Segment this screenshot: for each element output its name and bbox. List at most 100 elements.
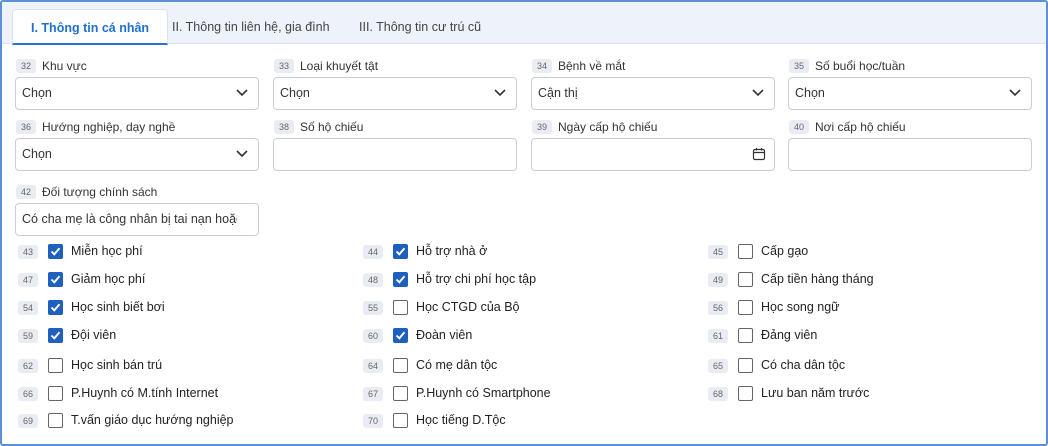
so-buoi-hoc-select[interactable]: Chọn (788, 77, 1032, 110)
field-number: 56 (708, 301, 728, 315)
field-number: 64 (363, 359, 383, 373)
tab-old-residence[interactable]: III. Thông tin cư trú cũ (359, 9, 481, 45)
field-number: 35 (789, 58, 809, 73)
field-label-khu-vuc: 32 Khu vực (16, 58, 87, 73)
checkbox[interactable] (738, 386, 753, 401)
field-number: 62 (18, 359, 38, 373)
checkbox-label: Học sinh biết bơi (71, 300, 165, 314)
field-label-ngay-cap-ho-chieu: 39 Ngày cấp hộ chiếu (532, 119, 657, 134)
field-number: 47 (18, 273, 38, 287)
field-number: 36 (16, 119, 36, 134)
khu-vuc-select[interactable]: Chọn (15, 77, 259, 110)
checkbox-label: Hỗ trợ chi phí học tập (416, 272, 537, 286)
checkbox-label: Cấp tiền hàng tháng (761, 272, 874, 286)
tab-contact-family[interactable]: II. Thông tin liên hệ, gia đình (172, 9, 330, 45)
field-number: 67 (363, 387, 383, 401)
field-label-so-ho-chieu: 38 Số hộ chiếu (274, 119, 363, 134)
field-number: 59 (18, 329, 38, 343)
checkbox[interactable] (393, 244, 408, 259)
field-label-doi-tuong-chinh-sach: 42 Đối tượng chính sách (16, 184, 157, 199)
field-number: 38 (274, 119, 294, 134)
checkbox-label: Đội viên (71, 328, 117, 342)
field-number: 48 (363, 273, 383, 287)
checkbox[interactable] (393, 386, 408, 401)
field-number: 54 (18, 301, 38, 315)
tab-personal-info[interactable]: I. Thông tin cá nhân (12, 9, 169, 45)
checkbox[interactable] (738, 300, 753, 315)
checkmark-icon (395, 331, 406, 340)
checkbox[interactable] (393, 358, 408, 373)
checkbox[interactable] (48, 413, 63, 428)
checkbox[interactable] (738, 328, 753, 343)
field-number: 66 (18, 387, 38, 401)
field-number: 44 (363, 245, 383, 259)
field-number: 68 (708, 387, 728, 401)
checkbox-label: Học tiếng D.Tộc (416, 413, 506, 427)
checkbox[interactable] (738, 358, 753, 373)
field-number: 49 (708, 273, 728, 287)
field-number: 40 (789, 119, 809, 134)
field-label-so-buoi-hoc: 35 Số buổi học/tuần (789, 58, 905, 73)
checkbox-label: Đảng viên (761, 328, 818, 342)
huong-nghiep-select[interactable]: Chọn (15, 138, 259, 171)
field-number: 43 (18, 245, 38, 259)
checkbox[interactable] (48, 300, 63, 315)
chevron-down-icon (236, 150, 248, 158)
checkbox[interactable] (738, 272, 753, 287)
doi-tuong-chinh-sach-select[interactable]: Có cha mẹ là công nhân bị tai nạn hoặc (15, 203, 259, 236)
noi-cap-ho-chieu-input[interactable] (788, 138, 1032, 171)
calendar-icon[interactable] (752, 147, 766, 161)
checkbox-label: P.Huynh có M.tính Internet (71, 386, 219, 400)
chevron-down-icon (1009, 89, 1021, 97)
tab-bar: I. Thông tin cá nhân II. Thông tin liên … (2, 2, 1046, 45)
checkbox-label: Học song ngữ (761, 300, 840, 314)
field-label-loai-khuyet-tat: 33 Loại khuyết tật (274, 58, 378, 73)
checkbox[interactable] (48, 358, 63, 373)
so-ho-chieu-input[interactable] (273, 138, 517, 171)
chevron-down-icon (752, 89, 764, 97)
chevron-down-icon (236, 89, 248, 97)
field-number: 42 (16, 184, 36, 199)
field-number: 34 (532, 58, 552, 73)
field-number: 70 (363, 414, 383, 428)
field-number: 32 (16, 58, 36, 73)
checkmark-icon (50, 303, 61, 312)
chevron-down-icon (494, 89, 506, 97)
checkbox[interactable] (48, 272, 63, 287)
checkbox-label: Có mẹ dân tộc (416, 358, 498, 372)
checkbox-label: T.vấn giáo dục hướng nghiệp (71, 413, 234, 427)
checkmark-icon (50, 247, 61, 256)
field-label-noi-cap-ho-chieu: 40 Nơi cấp hộ chiếu (789, 119, 906, 134)
checkbox-label: P.Huynh có Smartphone (416, 386, 551, 400)
checkbox-label: Miễn học phí (71, 244, 143, 258)
checkbox-label: Giảm học phí (71, 272, 146, 286)
checkbox[interactable] (738, 244, 753, 259)
checkbox[interactable] (48, 244, 63, 259)
field-number: 61 (708, 329, 728, 343)
field-label-benh-ve-mat: 34 Bệnh về mắt (532, 58, 625, 73)
checkbox[interactable] (393, 272, 408, 287)
checkbox-label: Cấp gạo (761, 244, 809, 258)
field-label-huong-nghiep: 36 Hướng nghiệp, dạy nghề (16, 119, 175, 134)
field-number: 55 (363, 301, 383, 315)
checkbox[interactable] (393, 413, 408, 428)
checkbox-label: Học sinh bán trú (71, 358, 163, 372)
field-number: 69 (18, 414, 38, 428)
checkmark-icon (395, 247, 406, 256)
checkbox[interactable] (393, 328, 408, 343)
ngay-cap-ho-chieu-input[interactable] (531, 138, 775, 171)
checkbox-label: Đoàn viên (416, 328, 473, 342)
checkbox[interactable] (48, 328, 63, 343)
checkbox-label: Học CTGD của Bộ (416, 300, 520, 314)
checkbox[interactable] (48, 386, 63, 401)
field-number: 39 (532, 119, 552, 134)
form-panel: I. Thông tin cá nhân II. Thông tin liên … (0, 0, 1048, 446)
benh-ve-mat-select[interactable]: Cận thị (531, 77, 775, 110)
field-number: 60 (363, 329, 383, 343)
field-number: 45 (708, 245, 728, 259)
loai-khuyet-tat-select[interactable]: Chọn (273, 77, 517, 110)
checkbox-label: Hỗ trợ nhà ở (416, 244, 488, 258)
checkbox[interactable] (393, 300, 408, 315)
checkmark-icon (395, 275, 406, 284)
checkbox-label: Lưu ban năm trước (761, 386, 870, 400)
